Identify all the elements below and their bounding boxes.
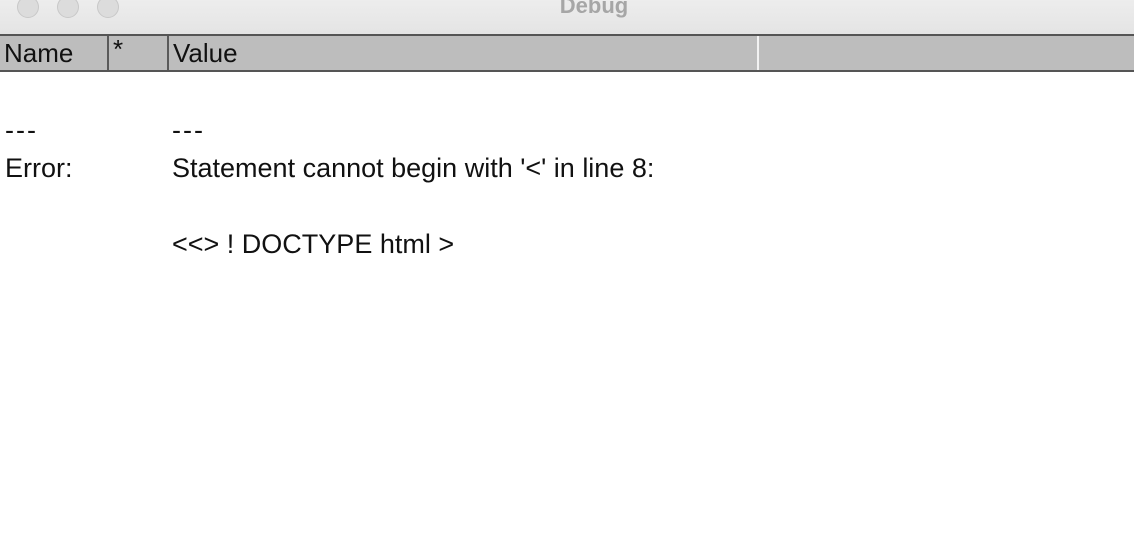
row-value-cell: Statement cannot begin with '<' in line … (172, 153, 655, 183)
row-name-cell: --- (5, 115, 38, 145)
column-header-extra[interactable] (757, 36, 1134, 70)
title-bar: Debug (0, 0, 1134, 34)
column-header-value[interactable]: Value (167, 36, 757, 70)
column-header-name[interactable]: Name (0, 36, 107, 70)
row-value-cell: --- (172, 115, 205, 145)
row-name-cell: Error: (5, 153, 73, 183)
window-title: Debug (559, 0, 629, 18)
column-header-star[interactable]: * (107, 36, 167, 70)
debug-window: Debug Name * Value --- --- Error: Statem… (0, 0, 1134, 538)
row-value-cell: <<> ! DOCTYPE html > (172, 229, 455, 259)
table-header: Name * Value (0, 34, 1134, 72)
